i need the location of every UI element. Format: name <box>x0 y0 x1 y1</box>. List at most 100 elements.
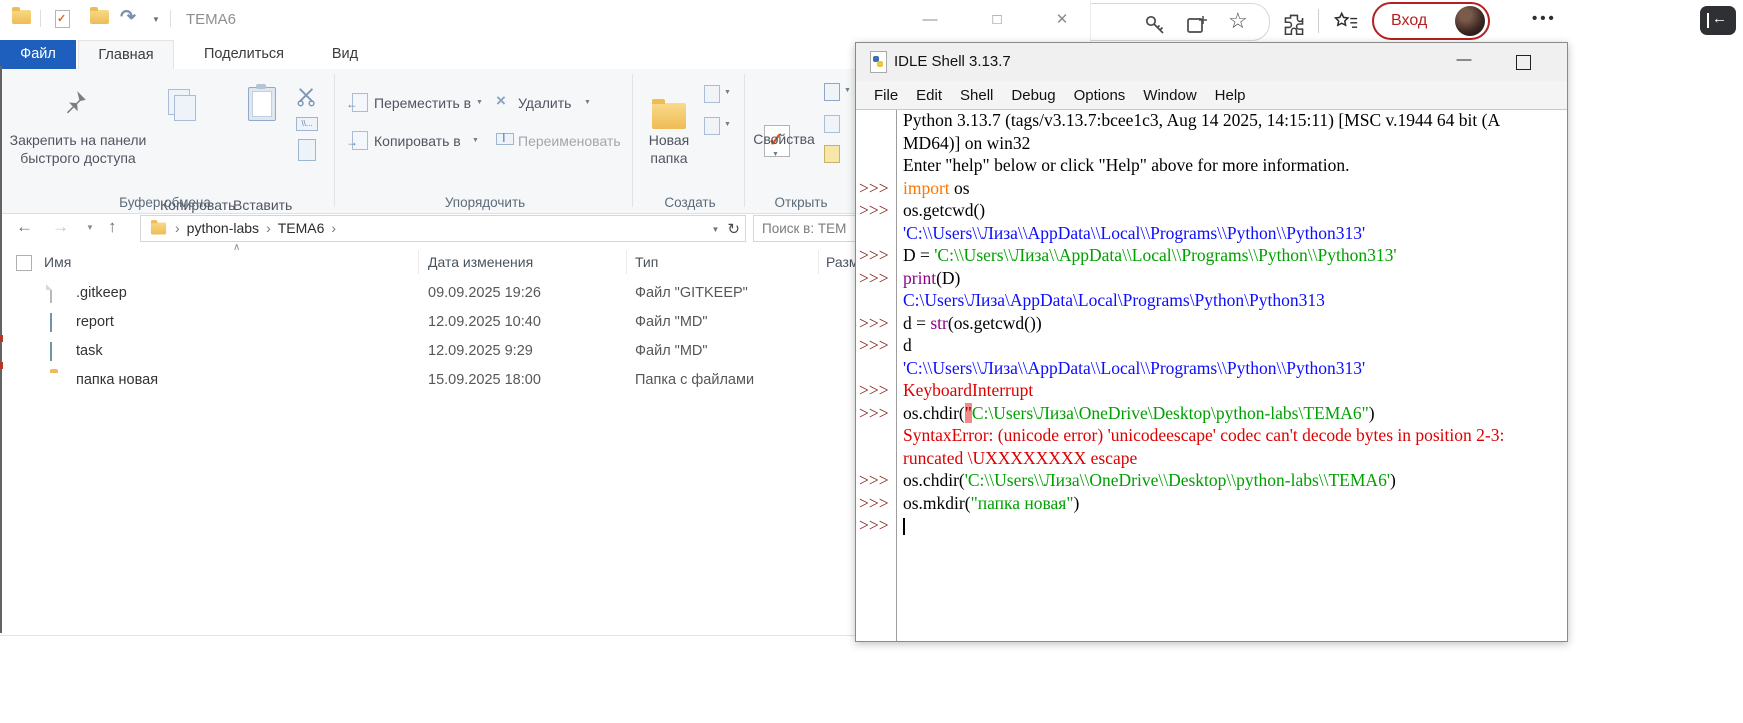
back-arrow-icon[interactable]: ← <box>16 217 33 237</box>
move-to-button[interactable]: Переместить в <box>374 95 471 111</box>
forward-arrow-icon[interactable]: → <box>52 217 69 237</box>
console-line: >>>D = 'C:\\Users\\Лиза\\AppData\\Local\… <box>856 245 1567 268</box>
new-folder-button[interactable]: Новая папка <box>640 131 698 167</box>
prompt: >>> <box>856 245 896 266</box>
tab-file[interactable]: Файл <box>0 40 76 69</box>
background-window-mark <box>0 362 3 369</box>
menu-edit[interactable]: Edit <box>907 87 951 104</box>
explorer-minimize-button[interactable]: — <box>915 8 945 32</box>
column-separator[interactable] <box>626 250 627 274</box>
pin-to-quick-access-button[interactable]: Закрепить на панели быстрого доступа <box>4 131 152 167</box>
qat-undo-icon[interactable]: ↷ <box>120 6 136 29</box>
favorites-list-icon[interactable] <box>1334 10 1358 34</box>
console-text: MD64)] on win32 <box>896 133 1567 154</box>
column-header-type[interactable]: Тип <box>635 254 658 270</box>
menu-shell[interactable]: Shell <box>951 87 1002 104</box>
file-icon <box>50 284 52 303</box>
qat-properties-icon[interactable] <box>55 10 70 28</box>
column-header-size[interactable]: Разм <box>826 254 859 270</box>
idle-window-title: IDLE Shell 3.13.7 <box>894 53 1011 70</box>
open-options-caret-icon: ▼ <box>844 87 851 94</box>
properties-button[interactable]: Свойства <box>748 131 820 147</box>
open-options-icon[interactable] <box>824 83 840 101</box>
idle-window: IDLE Shell 3.13.7 — File Edit Shell Debu… <box>855 42 1568 642</box>
extensions-puzzle-icon[interactable] <box>1282 12 1306 36</box>
paste-shortcut-icon[interactable] <box>298 139 316 161</box>
avatar <box>1455 6 1485 36</box>
pin-icon <box>62 89 88 115</box>
console-line: >>>os.chdir("C:\Users\Лиза\OneDrive\Desk… <box>856 403 1567 426</box>
new-item-icon[interactable] <box>704 117 720 135</box>
explorer-close-button[interactable]: ✕ <box>1047 8 1077 32</box>
recent-locations-caret-icon[interactable]: ▼ <box>86 223 94 232</box>
menu-options[interactable]: Options <box>1065 87 1135 104</box>
menu-window[interactable]: Window <box>1134 87 1205 104</box>
console-line: MD64)] on win32 <box>856 133 1567 156</box>
idle-menu-bar: File Edit Shell Debug Options Window Hel… <box>856 81 1567 110</box>
delete-button[interactable]: Удалить <box>518 95 571 111</box>
console-text <box>896 515 1567 536</box>
properties-caret-icon: ▼ <box>772 151 779 158</box>
console-text: 'C:\\Users\\Лиза\\AppData\\Local\\Progra… <box>896 223 1567 244</box>
collections-icon[interactable] <box>1185 13 1209 37</box>
menu-file[interactable]: File <box>865 87 907 104</box>
copy-to-button[interactable]: Копировать в <box>374 133 461 149</box>
copy-path-icon[interactable]: \\... <box>296 117 318 131</box>
column-header-name[interactable]: Имя <box>44 254 71 270</box>
menu-help[interactable]: Help <box>1206 87 1255 104</box>
group-label-organize: Упорядочить <box>360 195 610 210</box>
md-icon <box>50 342 52 361</box>
favorites-star-icon[interactable]: ☆ <box>1228 8 1252 32</box>
more-menu-icon[interactable]: ••• <box>1532 10 1557 27</box>
group-label-create: Создать <box>640 195 740 210</box>
explorer-maximize-button[interactable]: □ <box>982 8 1012 32</box>
column-header-date[interactable]: Дата изменения <box>428 254 533 270</box>
idle-maximize-button[interactable] <box>1516 55 1531 70</box>
select-all-checkbox[interactable] <box>16 255 32 271</box>
console-line: >>>os.chdir('C:\\Users\\Лиза\\OneDrive\\… <box>856 470 1567 493</box>
edit-icon[interactable] <box>824 115 840 133</box>
address-bar[interactable]: › python-labs › TEMA6 › ▼ ↻ <box>140 215 746 242</box>
qat-new-folder-icon[interactable] <box>90 10 109 24</box>
tab-home[interactable]: Главная <box>78 40 174 69</box>
column-separator[interactable] <box>418 250 419 274</box>
easy-access-icon[interactable] <box>704 85 720 103</box>
cut-scissors-icon[interactable] <box>296 87 318 107</box>
address-dropdown-caret-icon[interactable]: ▼ <box>712 225 720 234</box>
breadcrumb-chevron-icon: › <box>266 220 271 236</box>
breadcrumb-chevron-icon: › <box>175 220 180 236</box>
prompt: >>> <box>856 178 896 199</box>
qat-customize-caret-icon[interactable]: ▼ <box>152 15 160 24</box>
prompt: >>> <box>856 470 896 491</box>
console-line: >>>d = str(os.getcwd()) <box>856 313 1567 336</box>
prompt: >>> <box>856 515 896 536</box>
console-line: Python 3.13.7 (tags/v3.13.7:bcee1c3, Aug… <box>856 110 1567 133</box>
column-separator[interactable] <box>818 250 819 274</box>
file-type: Файл "MD" <box>635 314 708 330</box>
password-key-icon[interactable] <box>1143 13 1167 37</box>
refresh-icon[interactable]: ↻ <box>727 220 740 238</box>
file-name: папка новая <box>76 372 158 388</box>
console-text: Python 3.13.7 (tags/v3.13.7:bcee1c3, Aug… <box>896 110 1567 131</box>
console-line: C:\Users\Лиза\AppData\Local\Programs\Pyt… <box>856 290 1567 313</box>
file-type: Файл "GITKEEP" <box>635 285 748 301</box>
tab-view[interactable]: Вид <box>320 40 370 69</box>
console-text: import os <box>896 178 1567 199</box>
idle-console[interactable]: Python 3.13.7 (tags/v3.13.7:bcee1c3, Aug… <box>856 110 1567 641</box>
up-arrow-icon[interactable]: ↑ <box>108 217 117 237</box>
idle-minimize-button[interactable]: — <box>1451 51 1477 73</box>
signin-button[interactable]: Вход <box>1372 2 1490 40</box>
sidebar-toggle-icon[interactable]: ← <box>1700 6 1736 35</box>
rename-button[interactable]: Переименовать <box>518 133 621 149</box>
breadcrumb-tema6[interactable]: TEMA6 <box>278 220 325 236</box>
toolbar-divider <box>1318 9 1319 33</box>
menu-debug[interactable]: Debug <box>1002 87 1064 104</box>
tab-share[interactable]: Поделиться <box>198 40 290 69</box>
gutter-separator <box>896 110 897 641</box>
history-icon[interactable] <box>824 145 840 163</box>
console-line: >>>import os <box>856 178 1567 201</box>
breadcrumb-python-labs[interactable]: python-labs <box>187 220 259 236</box>
group-divider <box>632 74 633 207</box>
console-text: os.chdir("C:\Users\Лиза\OneDrive\Desktop… <box>896 403 1567 424</box>
copy-icon <box>168 89 190 115</box>
